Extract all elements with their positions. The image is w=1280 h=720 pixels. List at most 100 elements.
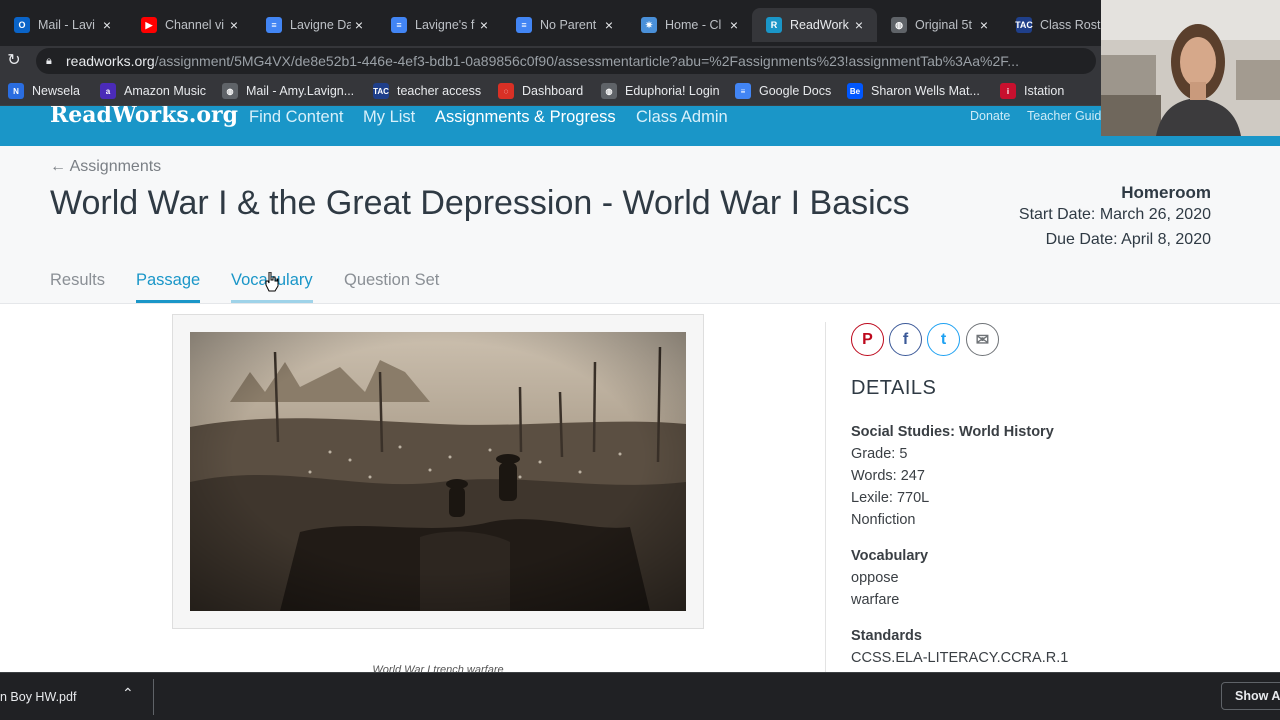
close-tab-icon[interactable]: × (99, 17, 115, 33)
docs-icon: ≡ (735, 83, 751, 99)
tac-icon: TAC (1015, 17, 1033, 33)
readworks-icon: R (766, 17, 782, 33)
tab-passage[interactable]: Passage (136, 271, 201, 303)
address-bar[interactable]: 🔒︎ readworks.org/assignment/5MG4VX/de8e5… (36, 48, 1096, 74)
due-date: Due Date: April 8, 2020 (1045, 231, 1211, 248)
download-file-name[interactable]: n Boy HW.pdf (0, 690, 76, 704)
bookmark-label: Amazon Music (124, 84, 206, 98)
bookmarks-bar: N Newsela a Amazon Music ◍ Mail - Amy.Lavign.… (0, 76, 1280, 106)
globe-icon: ◍ (891, 17, 907, 33)
browser-tab-title: Channel vi (165, 18, 225, 32)
close-tab-icon[interactable]: × (351, 17, 367, 33)
browser-tab[interactable]: ≡ No Parent × (502, 8, 627, 42)
details-grade: Grade: 5 (851, 446, 908, 462)
docs-icon: ≡ (516, 17, 532, 33)
twitter-share-icon[interactable]: t (927, 323, 960, 356)
close-tab-icon[interactable]: × (476, 17, 492, 33)
docs-icon: ≡ (266, 17, 282, 33)
behance-icon: Be (847, 83, 863, 99)
browser-tab[interactable]: ≡ Lavigne's f × (377, 8, 502, 42)
teacher-guide-link[interactable]: Teacher Guid (1027, 109, 1101, 123)
tab-question-set[interactable]: Question Set (344, 271, 439, 300)
nav-class-admin[interactable]: Class Admin (636, 108, 728, 127)
standard-code: CCSS.ELA-LITERACY.CCRA.R.1 (851, 650, 1069, 666)
facebook-share-icon[interactable]: f (889, 323, 922, 356)
newsela-icon: N (8, 83, 24, 99)
bookmark-label: Dashboard (522, 84, 584, 98)
bookmark-item[interactable]: ≡ Google Docs (735, 76, 831, 106)
outlook-icon: O (14, 17, 30, 33)
tac-icon: TAC (373, 83, 389, 99)
vocabulary-heading: Vocabulary (851, 548, 929, 564)
details-heading: DETAILS (851, 377, 937, 399)
bookmark-item[interactable]: a Amazon Music (100, 76, 206, 106)
browser-toolbar: ↻ 🔒︎ readworks.org/assignment/5MG4VX/de8… (0, 46, 1280, 76)
browser-tab[interactable]: ◍ Original 5t × (877, 8, 1002, 42)
istation-icon: i (1000, 83, 1016, 99)
back-to-assignments-link[interactable]: ← Assignments (50, 158, 161, 176)
tab-results[interactable]: Results (50, 271, 105, 300)
details-genre: Nonfiction (851, 512, 916, 528)
clever-icon: ✷ (641, 17, 657, 33)
bookmark-label: Newsela (32, 84, 80, 98)
browser-tab-title: Original 5t (915, 18, 972, 32)
browser-tab[interactable]: ▶ Channel vi × (127, 8, 252, 42)
email-share-icon[interactable]: ✉ (966, 323, 999, 356)
browser-tab[interactable]: O Mail - Lavi × (0, 8, 125, 42)
chevron-up-icon[interactable]: ⌃ (122, 685, 134, 702)
browser-tab-title: Lavigne Da (290, 18, 351, 32)
bookmark-label: Eduphoria! Login (625, 84, 720, 98)
details-lexile: Lexile: 770L (851, 490, 930, 506)
download-bar: n Boy HW.pdf ⌃ Show All (0, 672, 1280, 720)
start-date: Start Date: March 26, 2020 (1018, 206, 1211, 223)
vocabulary-word[interactable]: warfare (851, 592, 899, 608)
donate-link[interactable]: Donate (970, 109, 1010, 123)
bookmark-item[interactable]: ◍ Mail - Amy.Lavign... (222, 76, 354, 106)
bookmark-item[interactable]: Be Sharon Wells Mat... (847, 76, 980, 106)
bookmark-item[interactable]: i Istation (1000, 76, 1064, 106)
readworks-logo[interactable]: ReadWorks.org (50, 106, 238, 128)
bookmark-label: Sharon Wells Mat... (871, 84, 980, 98)
bookmark-item[interactable]: ◌ Dashboard (498, 76, 583, 106)
browser-tab[interactable]: R ReadWork × (752, 8, 877, 42)
browser-tab-title: Mail - Lavi (38, 18, 95, 32)
browser-tab[interactable]: ≡ Lavigne Da × (252, 8, 377, 42)
browser-tab-title: ReadWork (790, 18, 849, 32)
globe-icon: ◍ (601, 83, 617, 99)
browser-tab-title: No Parent (540, 18, 597, 32)
nav-assignments-progress[interactable]: Assignments & Progress (435, 108, 616, 127)
trench-photo (190, 332, 686, 611)
details-subject: Social Studies: World History (851, 424, 1054, 440)
browser-tab-strip: O Mail - Lavi × ▶ Channel vi × ≡ Lavigne Da × ≡ La… (0, 0, 1280, 46)
bookmark-item[interactable]: TAC teacher access (373, 76, 481, 106)
page-title: World War I & the Great Depression - Wor… (50, 184, 910, 222)
browser-tab-title: Lavigne's f (415, 18, 475, 32)
reload-icon[interactable]: ↻ (4, 51, 24, 71)
nav-my-list[interactable]: My List (363, 108, 415, 127)
bookmark-label: Mail - Amy.Lavign... (246, 84, 355, 98)
amazon-music-icon: a (100, 83, 116, 99)
browser-tab[interactable]: ✷ Home - Cl × (627, 8, 752, 42)
webcam-person-image (1101, 0, 1280, 136)
url-host: readworks.org (66, 53, 155, 69)
bookmark-label: teacher access (397, 84, 482, 98)
close-tab-icon[interactable]: × (851, 17, 867, 33)
pinterest-share-icon[interactable]: P (851, 323, 884, 356)
browser-tab-title: Home - Cl (665, 18, 722, 32)
close-tab-icon[interactable]: × (226, 17, 242, 33)
vocabulary-word[interactable]: oppose (851, 570, 899, 586)
bookmark-item[interactable]: ◍ Eduphoria! Login (601, 76, 720, 106)
bookmark-label: Google Docs (759, 84, 832, 98)
close-tab-icon[interactable]: × (976, 17, 992, 33)
globe-icon: ◍ (222, 83, 238, 99)
bookmark-label: Istation (1024, 84, 1065, 98)
mouse-cursor-icon (265, 272, 279, 292)
webcam-overlay (1101, 0, 1280, 136)
column-divider (825, 322, 826, 672)
youtube-icon: ▶ (141, 17, 157, 33)
show-all-downloads-button[interactable]: Show All (1221, 682, 1280, 710)
bookmark-item[interactable]: N Newsela (8, 76, 80, 106)
close-tab-icon[interactable]: × (601, 17, 617, 33)
nav-find-content[interactable]: Find Content (249, 108, 343, 127)
close-tab-icon[interactable]: × (726, 17, 742, 33)
